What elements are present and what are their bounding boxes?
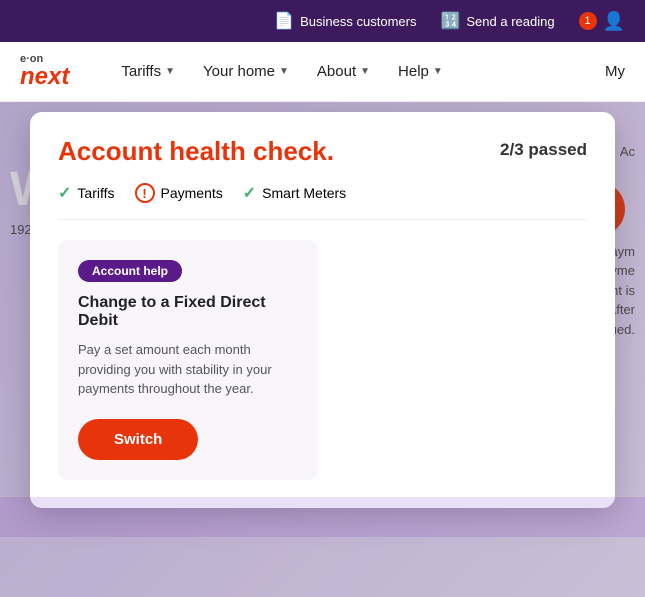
chevron-down-icon: ▼ (279, 66, 289, 77)
account-health-check-modal: Account health check. 2/3 passed ✓ Tarif… (30, 112, 615, 508)
logo-next-text: next (20, 65, 69, 89)
modal-header: Account health check. 2/3 passed (58, 136, 587, 167)
check-smart-meters-label: Smart Meters (262, 185, 346, 201)
chevron-down-icon: ▼ (165, 66, 175, 77)
nav-your-home[interactable]: Your home ▼ (191, 55, 301, 88)
modal-title: Account health check. (58, 136, 334, 167)
check-pass-icon-2: ✓ (243, 183, 256, 203)
nav-bar: e·on next Tariffs ▼ Your home ▼ About ▼ … (0, 42, 645, 102)
card-title: Change to a Fixed Direct Debit (78, 294, 298, 330)
purple-bar-decoration (0, 497, 645, 537)
account-help-badge: Account help (78, 260, 182, 282)
nav-about[interactable]: About ▼ (305, 55, 382, 88)
account-help-card: Account help Change to a Fixed Direct De… (58, 240, 318, 480)
account-icon: 👤 (603, 11, 625, 32)
passed-badge: 2/3 passed (500, 140, 587, 160)
check-tariffs-label: Tariffs (77, 185, 114, 201)
chevron-down-icon: ▼ (433, 66, 443, 77)
logo: e·on next (20, 54, 69, 89)
nav-my[interactable]: My (605, 63, 625, 80)
send-reading-link[interactable]: 🔢 Send a reading (440, 11, 554, 31)
nav-tariffs[interactable]: Tariffs ▼ (109, 55, 187, 88)
check-smart-meters: ✓ Smart Meters (243, 183, 346, 203)
top-bar: 📄 Business customers 🔢 Send a reading 1 … (0, 0, 645, 42)
meter-icon: 🔢 (440, 11, 460, 31)
notification-badge: 1 (579, 12, 597, 30)
check-warn-icon: ! (135, 183, 155, 203)
notification-link[interactable]: 1 👤 (579, 11, 625, 32)
business-customers-link[interactable]: 📄 Business customers (274, 11, 416, 31)
main-background: Wo 192 G... Ac t paympaymement iss after… (0, 102, 645, 597)
briefcase-icon: 📄 (274, 11, 294, 31)
nav-help[interactable]: Help ▼ (386, 55, 455, 88)
chevron-down-icon: ▼ (360, 66, 370, 77)
check-payments-label: Payments (161, 185, 223, 201)
card-description: Pay a set amount each month providing yo… (78, 340, 298, 399)
check-payments: ! Payments (135, 183, 223, 203)
check-pass-icon: ✓ (58, 183, 71, 203)
checks-row: ✓ Tariffs ! Payments ✓ Smart Meters (58, 183, 587, 220)
switch-button[interactable]: Switch (78, 419, 198, 460)
check-tariffs: ✓ Tariffs (58, 183, 115, 203)
nav-items: Tariffs ▼ Your home ▼ About ▼ Help ▼ (109, 55, 605, 88)
